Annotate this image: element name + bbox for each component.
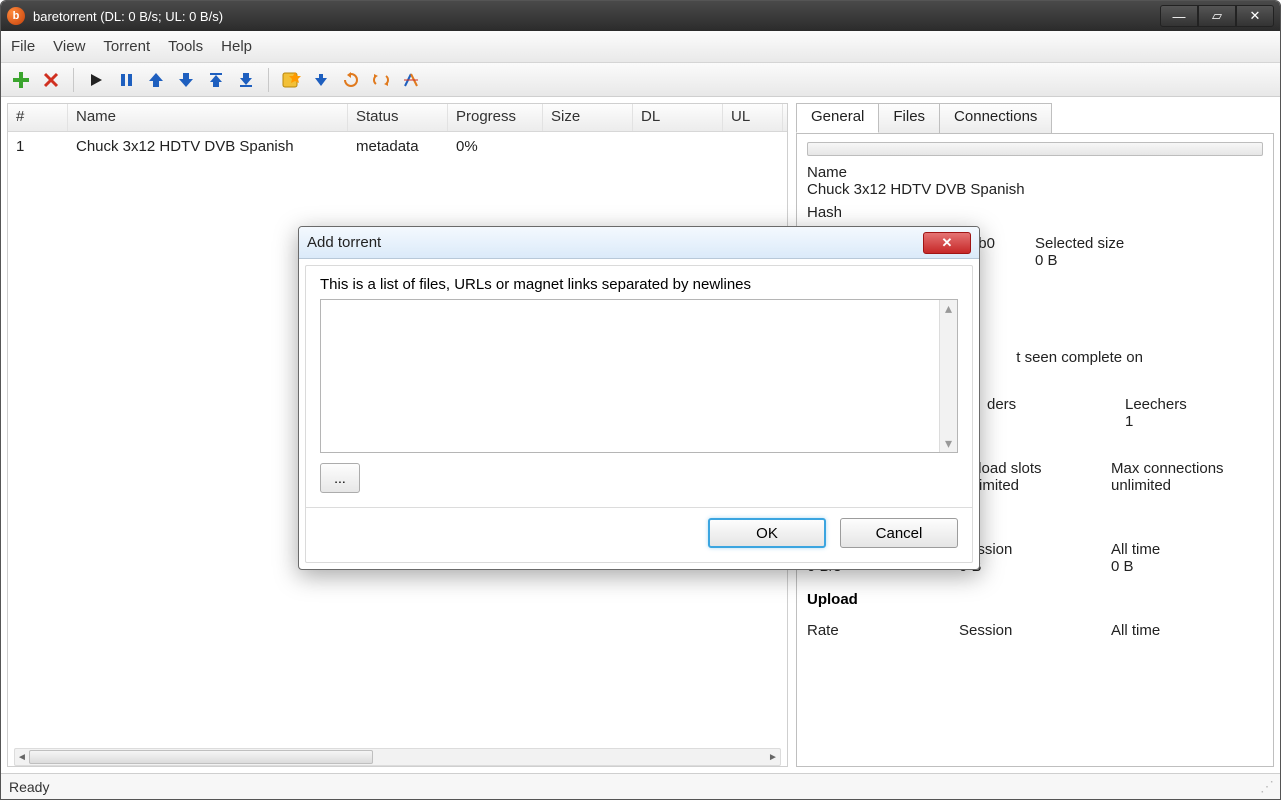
dialog-divider (306, 507, 972, 508)
col-name[interactable]: Name (68, 104, 348, 131)
dialog-body: This is a list of files, URLs or magnet … (305, 265, 973, 563)
bottom-icon[interactable] (234, 68, 258, 92)
dialog-instruction: This is a list of files, URLs or magnet … (320, 276, 958, 293)
detail-progressbar (807, 142, 1263, 156)
add-torrent-dialog: Add torrent ✕ This is a list of files, U… (298, 226, 980, 570)
top-icon[interactable] (204, 68, 228, 92)
app-icon: b (7, 7, 25, 25)
hash-label: Hash (807, 204, 1263, 221)
leechers-value: 1 (1125, 413, 1263, 430)
cell-progress: 0% (448, 136, 543, 157)
col-index[interactable]: # (8, 104, 68, 131)
dialog-titlebar: Add torrent ✕ (299, 227, 979, 259)
recheck-icon[interactable] (339, 68, 363, 92)
cell-ul (723, 144, 783, 148)
statusbar: Ready ⋰ (1, 773, 1280, 799)
leechers-label: Leechers (1125, 396, 1263, 413)
seeders-label: ders (987, 396, 1125, 413)
dl-session-value: 0 B (959, 558, 1111, 575)
col-ul[interactable]: UL (723, 104, 783, 131)
dl-session-label: Session (959, 541, 1111, 558)
selected-size-value: 0 B (1035, 252, 1263, 269)
col-progress[interactable]: Progress (448, 104, 543, 131)
name-label: Name (807, 164, 1263, 181)
tab-files[interactable]: Files (878, 103, 940, 133)
close-button[interactable]: ✕ (1236, 5, 1274, 27)
cell-dl (633, 144, 723, 148)
upload-slots-value: unlimited (959, 477, 1111, 494)
minimize-button[interactable]: — (1160, 5, 1198, 27)
ul-session-label: Session (959, 622, 1111, 639)
menu-file[interactable]: File (11, 38, 35, 55)
horizontal-scrollbar[interactable]: ◄ ► (14, 748, 781, 766)
browse-button[interactable]: ... (320, 463, 360, 493)
toolbar-separator (73, 68, 74, 92)
dialog-actions: OK Cancel (320, 518, 958, 552)
dht-icon[interactable] (399, 68, 423, 92)
titlebar: b baretorrent (DL: 0 B/s; UL: 0 B/s) — ▱… (1, 1, 1280, 31)
down-small-icon[interactable] (309, 68, 333, 92)
scroll-up-icon[interactable]: ▴ (945, 300, 952, 317)
max-conn-value: unlimited (1111, 477, 1263, 494)
ul-alltime-label: All time (1111, 622, 1263, 639)
ul-rate-label: Rate (807, 622, 959, 639)
scroll-left-icon[interactable]: ◄ (15, 752, 29, 763)
maximize-button[interactable]: ▱ (1198, 5, 1236, 27)
dialog-close-button[interactable]: ✕ (923, 232, 971, 254)
selected-size-label: Selected size (1035, 235, 1263, 252)
links-input[interactable] (320, 299, 958, 453)
upload-slots-label: Upload slots (959, 460, 1111, 477)
cell-size (543, 144, 633, 148)
col-status[interactable]: Status (348, 104, 448, 131)
table-row[interactable]: 1 Chuck 3x12 HDTV DVB Spanish metadata 0… (8, 132, 787, 160)
toolbar (1, 63, 1280, 97)
down-icon[interactable] (174, 68, 198, 92)
reannounce-icon[interactable] (369, 68, 393, 92)
menu-torrent[interactable]: Torrent (103, 38, 150, 55)
toolbar-separator (268, 68, 269, 92)
menu-help[interactable]: Help (221, 38, 252, 55)
name-value: Chuck 3x12 HDTV DVB Spanish (807, 181, 1263, 198)
remove-icon[interactable] (39, 68, 63, 92)
textarea-scrollbar[interactable]: ▴▾ (939, 300, 957, 452)
cancel-button[interactable]: Cancel (840, 518, 958, 548)
add-icon[interactable] (9, 68, 33, 92)
resize-grip-icon[interactable]: ⋰ (1260, 778, 1272, 795)
menu-view[interactable]: View (53, 38, 85, 55)
cell-index: 1 (8, 136, 68, 157)
scroll-right-icon[interactable]: ► (766, 752, 780, 763)
window-title: baretorrent (DL: 0 B/s; UL: 0 B/s) (33, 9, 1160, 24)
play-icon[interactable] (84, 68, 108, 92)
tab-general[interactable]: General (796, 103, 879, 133)
new-icon[interactable] (279, 68, 303, 92)
ok-button[interactable]: OK (708, 518, 826, 548)
upload-section: Upload (807, 591, 1263, 608)
menubar: File View Torrent Tools Help (1, 31, 1280, 63)
tab-connections[interactable]: Connections (939, 103, 1052, 133)
pause-icon[interactable] (114, 68, 138, 92)
up-icon[interactable] (144, 68, 168, 92)
cell-status: metadata (348, 136, 448, 157)
dl-alltime-label: All time (1111, 541, 1263, 558)
window-controls: — ▱ ✕ (1160, 5, 1274, 27)
details-tabs: General Files Connections (796, 103, 1274, 133)
cell-name: Chuck 3x12 HDTV DVB Spanish (68, 136, 348, 157)
list-header: # Name Status Progress Size DL UL (8, 104, 787, 132)
max-conn-label: Max connections (1111, 460, 1263, 477)
col-dl[interactable]: DL (633, 104, 723, 131)
scroll-thumb[interactable] (29, 750, 373, 764)
dialog-title: Add torrent (307, 234, 381, 251)
menu-tools[interactable]: Tools (168, 38, 203, 55)
dl-alltime-value: 0 B (1111, 558, 1263, 575)
col-size[interactable]: Size (543, 104, 633, 131)
status-text: Ready (9, 779, 49, 795)
scroll-down-icon[interactable]: ▾ (945, 435, 952, 452)
